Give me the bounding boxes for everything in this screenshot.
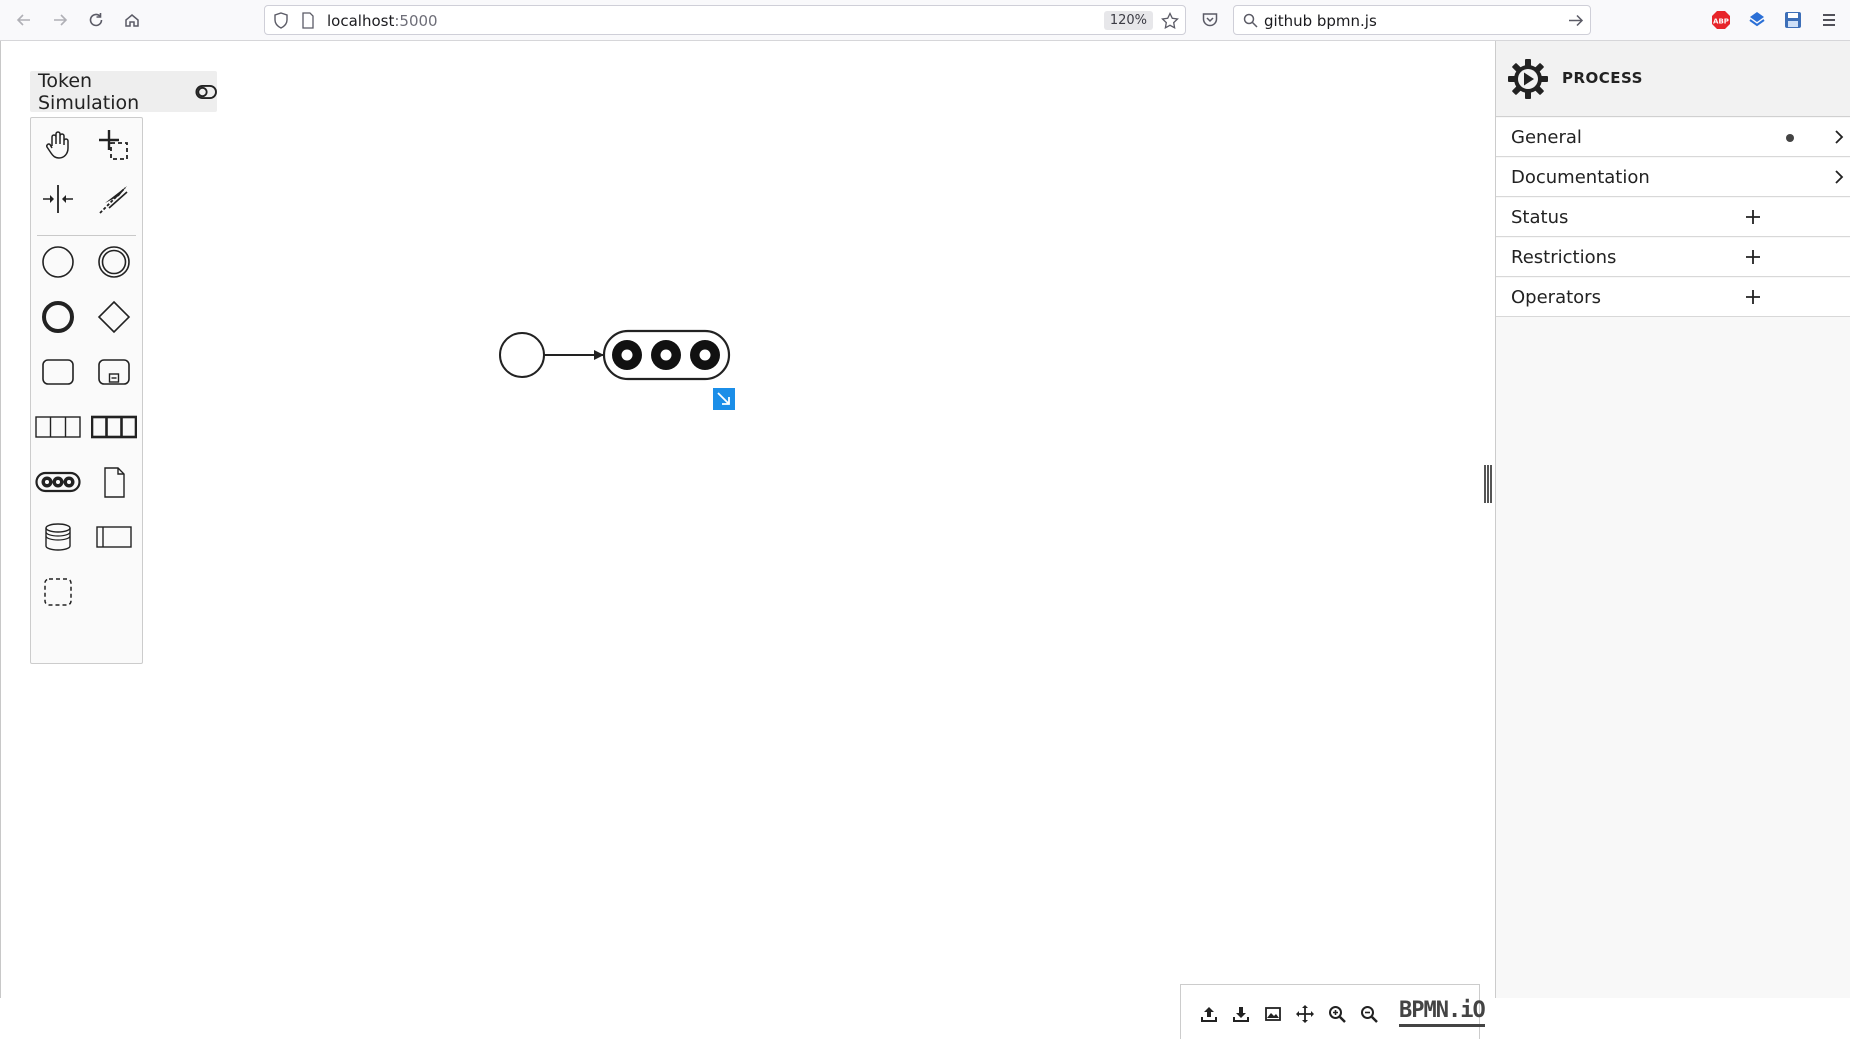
arrow-right-icon [54, 14, 68, 26]
move-button[interactable] [1294, 1003, 1316, 1025]
bookmark-star-icon[interactable] [1161, 12, 1179, 29]
zoom-in-button[interactable] [1326, 1003, 1348, 1025]
download-icon [1233, 1007, 1249, 1022]
plus-icon[interactable] [1744, 248, 1762, 266]
save-page-icon[interactable] [1783, 10, 1803, 30]
go-arrow-icon[interactable] [1568, 13, 1584, 28]
home-icon [125, 14, 139, 27]
data-indicator-dot [1786, 134, 1794, 142]
reload-icon [89, 13, 103, 27]
properties-header: PROCESS [1496, 41, 1850, 117]
url-bar[interactable]: localhost:5000 120% [264, 5, 1186, 35]
page-icon [302, 12, 314, 29]
menu-icon[interactable] [1819, 10, 1839, 30]
move-icon [1296, 1005, 1314, 1023]
browser-toolbar: localhost:5000 120% github bpmn.js ABP [0, 0, 1850, 41]
zoom-in-icon [1329, 1006, 1346, 1023]
image-export-button[interactable] [1262, 1003, 1284, 1025]
url-text[interactable]: localhost:5000 [327, 12, 438, 30]
io-toolbar: BPMN.iO [1180, 984, 1486, 1039]
group-documentation[interactable]: Documentation [1496, 158, 1850, 197]
properties-title: PROCESS [1562, 69, 1643, 87]
chevron-right-icon[interactable] [1830, 128, 1848, 146]
download-button[interactable] [1230, 1003, 1252, 1025]
upload-button[interactable] [1198, 1003, 1220, 1025]
group-status-label: Status [1511, 207, 1569, 228]
group-status[interactable]: Status [1496, 198, 1850, 237]
custom-task-element[interactable] [602, 329, 731, 381]
group-documentation-label: Documentation [1511, 167, 1650, 188]
group-restrictions[interactable]: Restrictions [1496, 238, 1850, 277]
start-event[interactable] [499, 332, 545, 378]
arrow-left-icon [16, 14, 30, 26]
group-general-label: General [1511, 127, 1582, 148]
back-button[interactable] [10, 8, 38, 32]
bpmn-canvas[interactable]: Token Simulation BPMN.iO [0, 41, 1486, 1039]
adblock-plus-icon[interactable]: ABP [1711, 10, 1731, 30]
shield-icon[interactable] [273, 12, 289, 29]
pocket-icon [1202, 13, 1218, 27]
zoom-level-badge[interactable]: 120% [1103, 11, 1153, 30]
group-general[interactable]: General [1496, 118, 1850, 157]
resize-corner-handle[interactable] [713, 388, 735, 410]
group-operators[interactable]: Operators [1496, 278, 1850, 317]
properties-panel: PROCESS General Documentation Status Res… [1495, 41, 1850, 998]
svg-text:ABP: ABP [1713, 18, 1729, 26]
bpmn-diagram [499, 329, 735, 410]
plus-icon[interactable] [1744, 288, 1762, 306]
bpmn-io-logo[interactable]: BPMN.iO [1399, 998, 1486, 1027]
panel-resize-handle[interactable] [1484, 465, 1492, 503]
search-icon [1243, 13, 1258, 28]
zoom-out-button[interactable] [1358, 1003, 1380, 1025]
group-restrictions-label: Restrictions [1511, 247, 1617, 268]
zoom-out-icon [1361, 1006, 1378, 1023]
search-text[interactable]: github bpmn.js [1264, 12, 1377, 30]
home-button[interactable] [118, 8, 146, 32]
process-gear-icon [1508, 59, 1548, 99]
url-port: :5000 [394, 12, 438, 30]
upload-icon [1201, 1007, 1217, 1022]
pocket-button[interactable] [1196, 8, 1224, 32]
search-bar[interactable]: github bpmn.js [1233, 5, 1591, 35]
reload-button[interactable] [82, 8, 110, 32]
image-export-icon [1265, 1007, 1281, 1021]
extension-blue-icon[interactable] [1747, 10, 1767, 30]
group-operators-label: Operators [1511, 287, 1601, 308]
plus-icon[interactable] [1744, 208, 1762, 226]
url-host: localhost [327, 12, 395, 30]
chevron-right-icon[interactable] [1830, 168, 1848, 186]
forward-button[interactable] [46, 8, 74, 32]
